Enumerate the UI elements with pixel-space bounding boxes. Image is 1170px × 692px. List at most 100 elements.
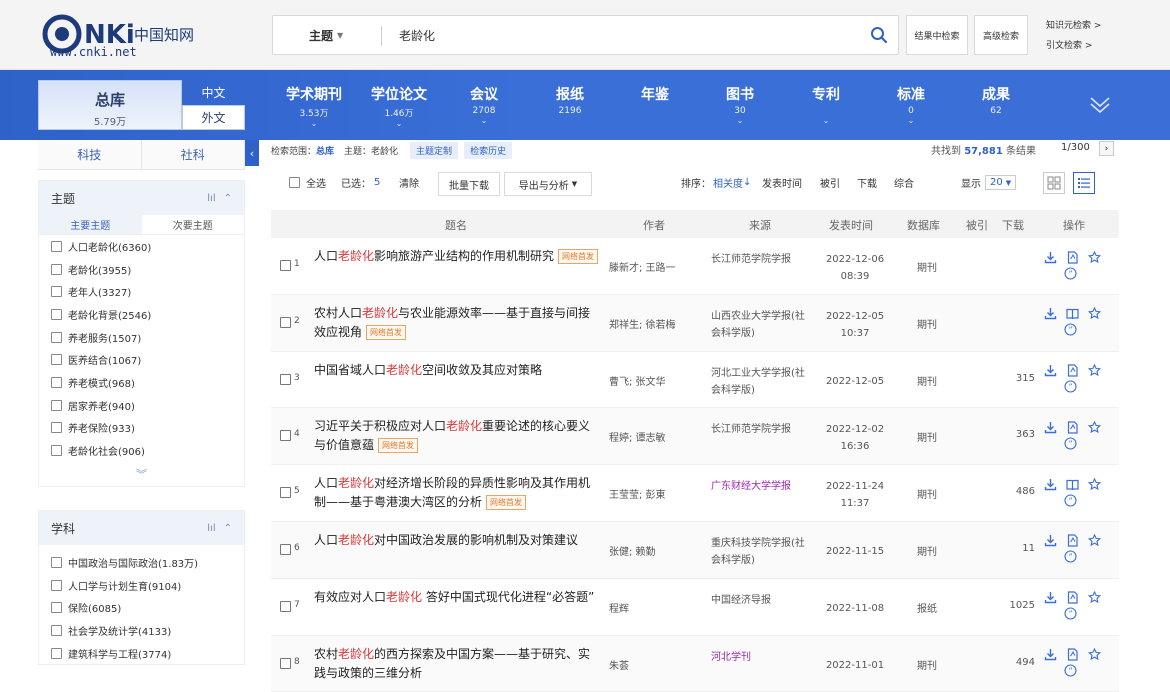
sort-downloads[interactable]: 下载 [857,175,877,190]
result-source-link[interactable]: 河北工业大学学报(社会科学版) [711,365,805,399]
search-button[interactable] [860,16,898,54]
html-read-button[interactable] [1065,420,1079,434]
download-button[interactable] [1043,307,1057,321]
col-downloads[interactable]: 下载 [1002,217,1024,233]
tab-main-topic[interactable]: 主要主题 [39,215,142,234]
expand-nav-button[interactable] [1088,92,1112,116]
citation-search-link[interactable]: 引文检索 > [1046,38,1092,51]
collapse-sidebar-button[interactable]: ‹ [245,140,259,166]
favorite-button[interactable] [1087,364,1101,378]
tab-theses[interactable]: 学位论文 1.46万 ⌄ [370,84,428,128]
favorite-button[interactable] [1087,250,1101,264]
result-source-link[interactable]: 中国经济导报 [711,592,805,609]
facet-item[interactable]: 人口学与计划生育(9104) [39,574,244,597]
result-authors[interactable]: 程辉 [609,600,629,615]
search-history-button[interactable]: 检索历史 [464,141,513,159]
tab-conferences[interactable]: 会议 2708 ⌄ [462,84,506,125]
html-read-button[interactable] [1065,648,1079,662]
result-title-link[interactable]: 农村人口老龄化与农业能源效率——基于直接与间接效应视角 网络首发 [314,304,599,342]
bar-chart-icon[interactable]: lıl [207,523,215,534]
checkbox[interactable] [51,399,62,411]
result-source-link[interactable]: 山西农业大学学报(社会科学版) [711,308,805,342]
export-analysis-dropdown[interactable]: 导出与分析 ▼ [504,172,592,196]
cite-button[interactable]: ” [1063,323,1077,337]
row-checkbox[interactable] [280,373,291,385]
row-checkbox[interactable] [280,260,291,271]
tab-patents[interactable]: 专利 ⌄ [804,84,848,125]
favorite-button[interactable] [1087,648,1101,662]
sort-comprehensive[interactable]: 综合 [894,175,914,190]
sort-date[interactable]: 发表时间 [762,175,802,190]
facet-item[interactable]: 医养结合(1067) [39,348,244,371]
cite-button[interactable]: ” [1063,607,1077,621]
download-button[interactable] [1043,250,1057,264]
facet-item[interactable]: 养老模式(968) [39,371,244,394]
result-source-link[interactable]: 长江师范学院学报 [711,421,805,438]
result-title-link[interactable]: 人口老龄化对中国政治发展的影响机制及对策建议 [314,531,599,550]
list-view-button[interactable] [1073,172,1095,194]
facet-item[interactable]: 老龄化背景(2546) [39,303,244,326]
batch-download-button[interactable]: 批量下载 [438,172,500,196]
favorite-button[interactable] [1087,420,1101,434]
download-button[interactable] [1043,648,1057,662]
download-button[interactable] [1043,477,1057,491]
result-authors[interactable]: 张健; 赖勤 [609,543,656,558]
chevron-up-icon[interactable]: ⌃ [224,193,232,204]
tab-books[interactable]: 图书 30 ⌄ [718,84,762,125]
facet-item[interactable]: 老龄化(3955) [39,258,244,281]
facet-item[interactable]: 建筑科学与工程(3774) [39,642,244,665]
row-checkbox[interactable] [280,657,291,669]
favorite-button[interactable] [1087,591,1101,605]
checkbox[interactable] [51,240,62,252]
tab-standards[interactable]: 标准 0 ⌄ [889,84,933,125]
facet-item[interactable]: 养老保险(933) [39,417,244,440]
download-button[interactable] [1043,534,1057,548]
lang-foreign-tab[interactable]: 外文 [182,105,245,130]
facet-item[interactable]: 老龄化社会(906) [39,439,244,462]
read-online-button[interactable] [1065,477,1079,491]
search-within-button[interactable]: 结果中检索 [906,15,968,55]
bar-chart-icon[interactable]: lıl [207,193,215,204]
result-title-link[interactable]: 有效应对人口老龄化 答好中国式现代化进程“必答题” [314,588,599,607]
select-all-checkbox[interactable]: 全选 [289,175,326,190]
checkbox[interactable] [51,308,62,320]
result-authors[interactable]: 程婷; 谭志敏 [609,429,666,444]
checkbox[interactable] [51,624,62,636]
result-title-link[interactable]: 人口老龄化影响旅游产业结构的作用机制研究 网络首发 [314,247,599,266]
tab-achievements[interactable]: 成果 62 [974,84,1018,116]
tab-zongku[interactable]: 总库 5.79万 [38,80,182,130]
result-source-link[interactable]: 广东财经大学学报 [711,478,805,495]
cite-button[interactable]: ” [1063,550,1077,564]
facet-item[interactable]: 中国政治与国际政治(1.83万) [39,551,244,574]
facet-item[interactable]: 老年人(3327) [39,280,244,303]
checkbox[interactable] [51,445,62,457]
sort-cited[interactable]: 被引 [820,175,840,190]
result-source-link[interactable]: 重庆科技学院学报(社会科学版) [711,535,805,569]
row-checkbox[interactable] [280,487,291,499]
result-source-link[interactable]: 河北学刊 [711,649,805,666]
checkbox[interactable] [51,331,62,343]
facet-item[interactable]: 养老服务(1507) [39,326,244,349]
cite-button[interactable]: ” [1063,266,1077,280]
facet-item[interactable]: 保险(6085) [39,596,244,619]
checkbox[interactable] [51,354,62,366]
page-size-select[interactable]: 20 ▼ [985,175,1017,190]
sort-relevance[interactable]: 相关度 ↓ [713,175,751,190]
cnki-logo[interactable]: NKi 中国知网 www.cnki.net [40,14,210,58]
result-authors[interactable]: 郑祥生; 徐若梅 [609,316,676,331]
row-checkbox[interactable] [280,430,291,442]
topic-custom-button[interactable]: 主题定制 [410,141,459,159]
chevron-up-icon[interactable]: ⌃ [224,523,232,534]
tab-yearbooks[interactable]: 年鉴 [633,84,677,104]
tab-newspapers[interactable]: 报纸 2196 [548,84,592,116]
checkbox[interactable] [51,556,62,568]
lang-chinese-tab[interactable]: 中文 [182,80,245,105]
advanced-search-button[interactable]: 高级检索 [974,15,1028,55]
download-button[interactable] [1043,364,1057,378]
search-field-select[interactable]: 主题 ▼ [309,27,343,44]
row-checkbox[interactable] [280,316,291,328]
checkbox[interactable] [51,602,62,614]
checkbox[interactable] [51,286,62,298]
facet-item[interactable]: 居家养老(940) [39,394,244,417]
result-authors[interactable]: 王莹莹; 彭東 [609,486,666,501]
